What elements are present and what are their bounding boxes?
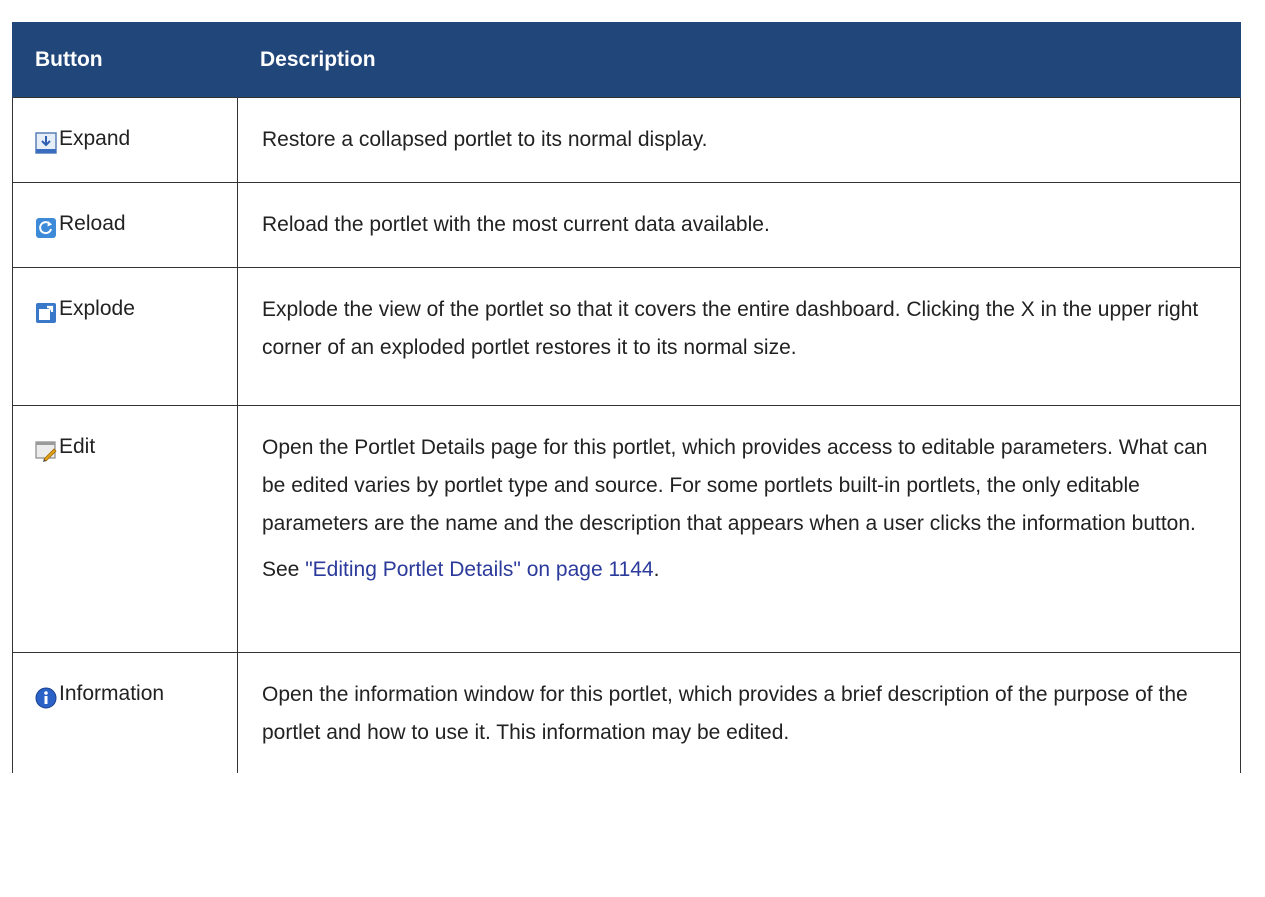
button-description-table: Button Description Expand Restore a coll… [12, 22, 1241, 773]
button-label: Explode [59, 297, 135, 320]
description-text: Open the information window for this por… [262, 683, 1188, 744]
button-cell: Edit [12, 405, 238, 653]
description-cell: Explode the view of the portlet so that … [237, 267, 1241, 406]
see-prefix: See [262, 558, 306, 581]
see-suffix: . [653, 558, 660, 581]
edit-button[interactable]: Edit [35, 424, 95, 462]
edit-icon [35, 440, 57, 462]
button-label: Expand [59, 127, 131, 150]
description-cell: Reload the portlet with the most current… [237, 182, 1241, 268]
table-row: Reload Reload the portlet with the most … [12, 182, 1241, 268]
editing-portlet-details-link[interactable]: "Editing Portlet Details" on page 1144 [305, 558, 653, 581]
button-label: Reload [59, 212, 126, 235]
reload-icon [35, 217, 57, 239]
description-text: Reload the portlet with the most current… [262, 213, 770, 236]
expand-button[interactable]: Expand [35, 116, 130, 154]
table-row: Explode Explode the view of the portlet … [12, 267, 1241, 406]
table-row: Expand Restore a collapsed portlet to it… [12, 97, 1241, 183]
table-row: Edit Open the Portlet Details page for t… [12, 405, 1241, 653]
explode-icon [35, 302, 57, 324]
reload-button[interactable]: Reload [35, 201, 126, 239]
information-button[interactable]: Information [35, 671, 164, 709]
header-description: Description [237, 22, 1241, 98]
see-also: See "Editing Portlet Details" on page 11… [262, 551, 1220, 589]
header-button: Button [12, 22, 238, 98]
explode-button[interactable]: Explode [35, 286, 135, 324]
information-icon [35, 687, 57, 709]
button-label: Edit [59, 435, 96, 458]
button-cell: Explode [12, 267, 238, 406]
expand-icon [35, 132, 57, 154]
button-label: Information [59, 682, 165, 705]
table-header-row: Button Description [12, 22, 1241, 98]
button-cell: Reload [12, 182, 238, 268]
button-cell: Expand [12, 97, 238, 183]
description-text: Explode the view of the portlet so that … [262, 298, 1199, 359]
description-cell: Open the Portlet Details page for this p… [237, 405, 1241, 653]
button-cell: Information [12, 652, 238, 773]
description-cell: Open the information window for this por… [237, 652, 1241, 773]
description-text: Restore a collapsed portlet to its norma… [262, 128, 708, 151]
description-cell: Restore a collapsed portlet to its norma… [237, 97, 1241, 183]
description-text: Open the Portlet Details page for this p… [262, 436, 1208, 535]
table-row: Information Open the information window … [12, 652, 1241, 773]
